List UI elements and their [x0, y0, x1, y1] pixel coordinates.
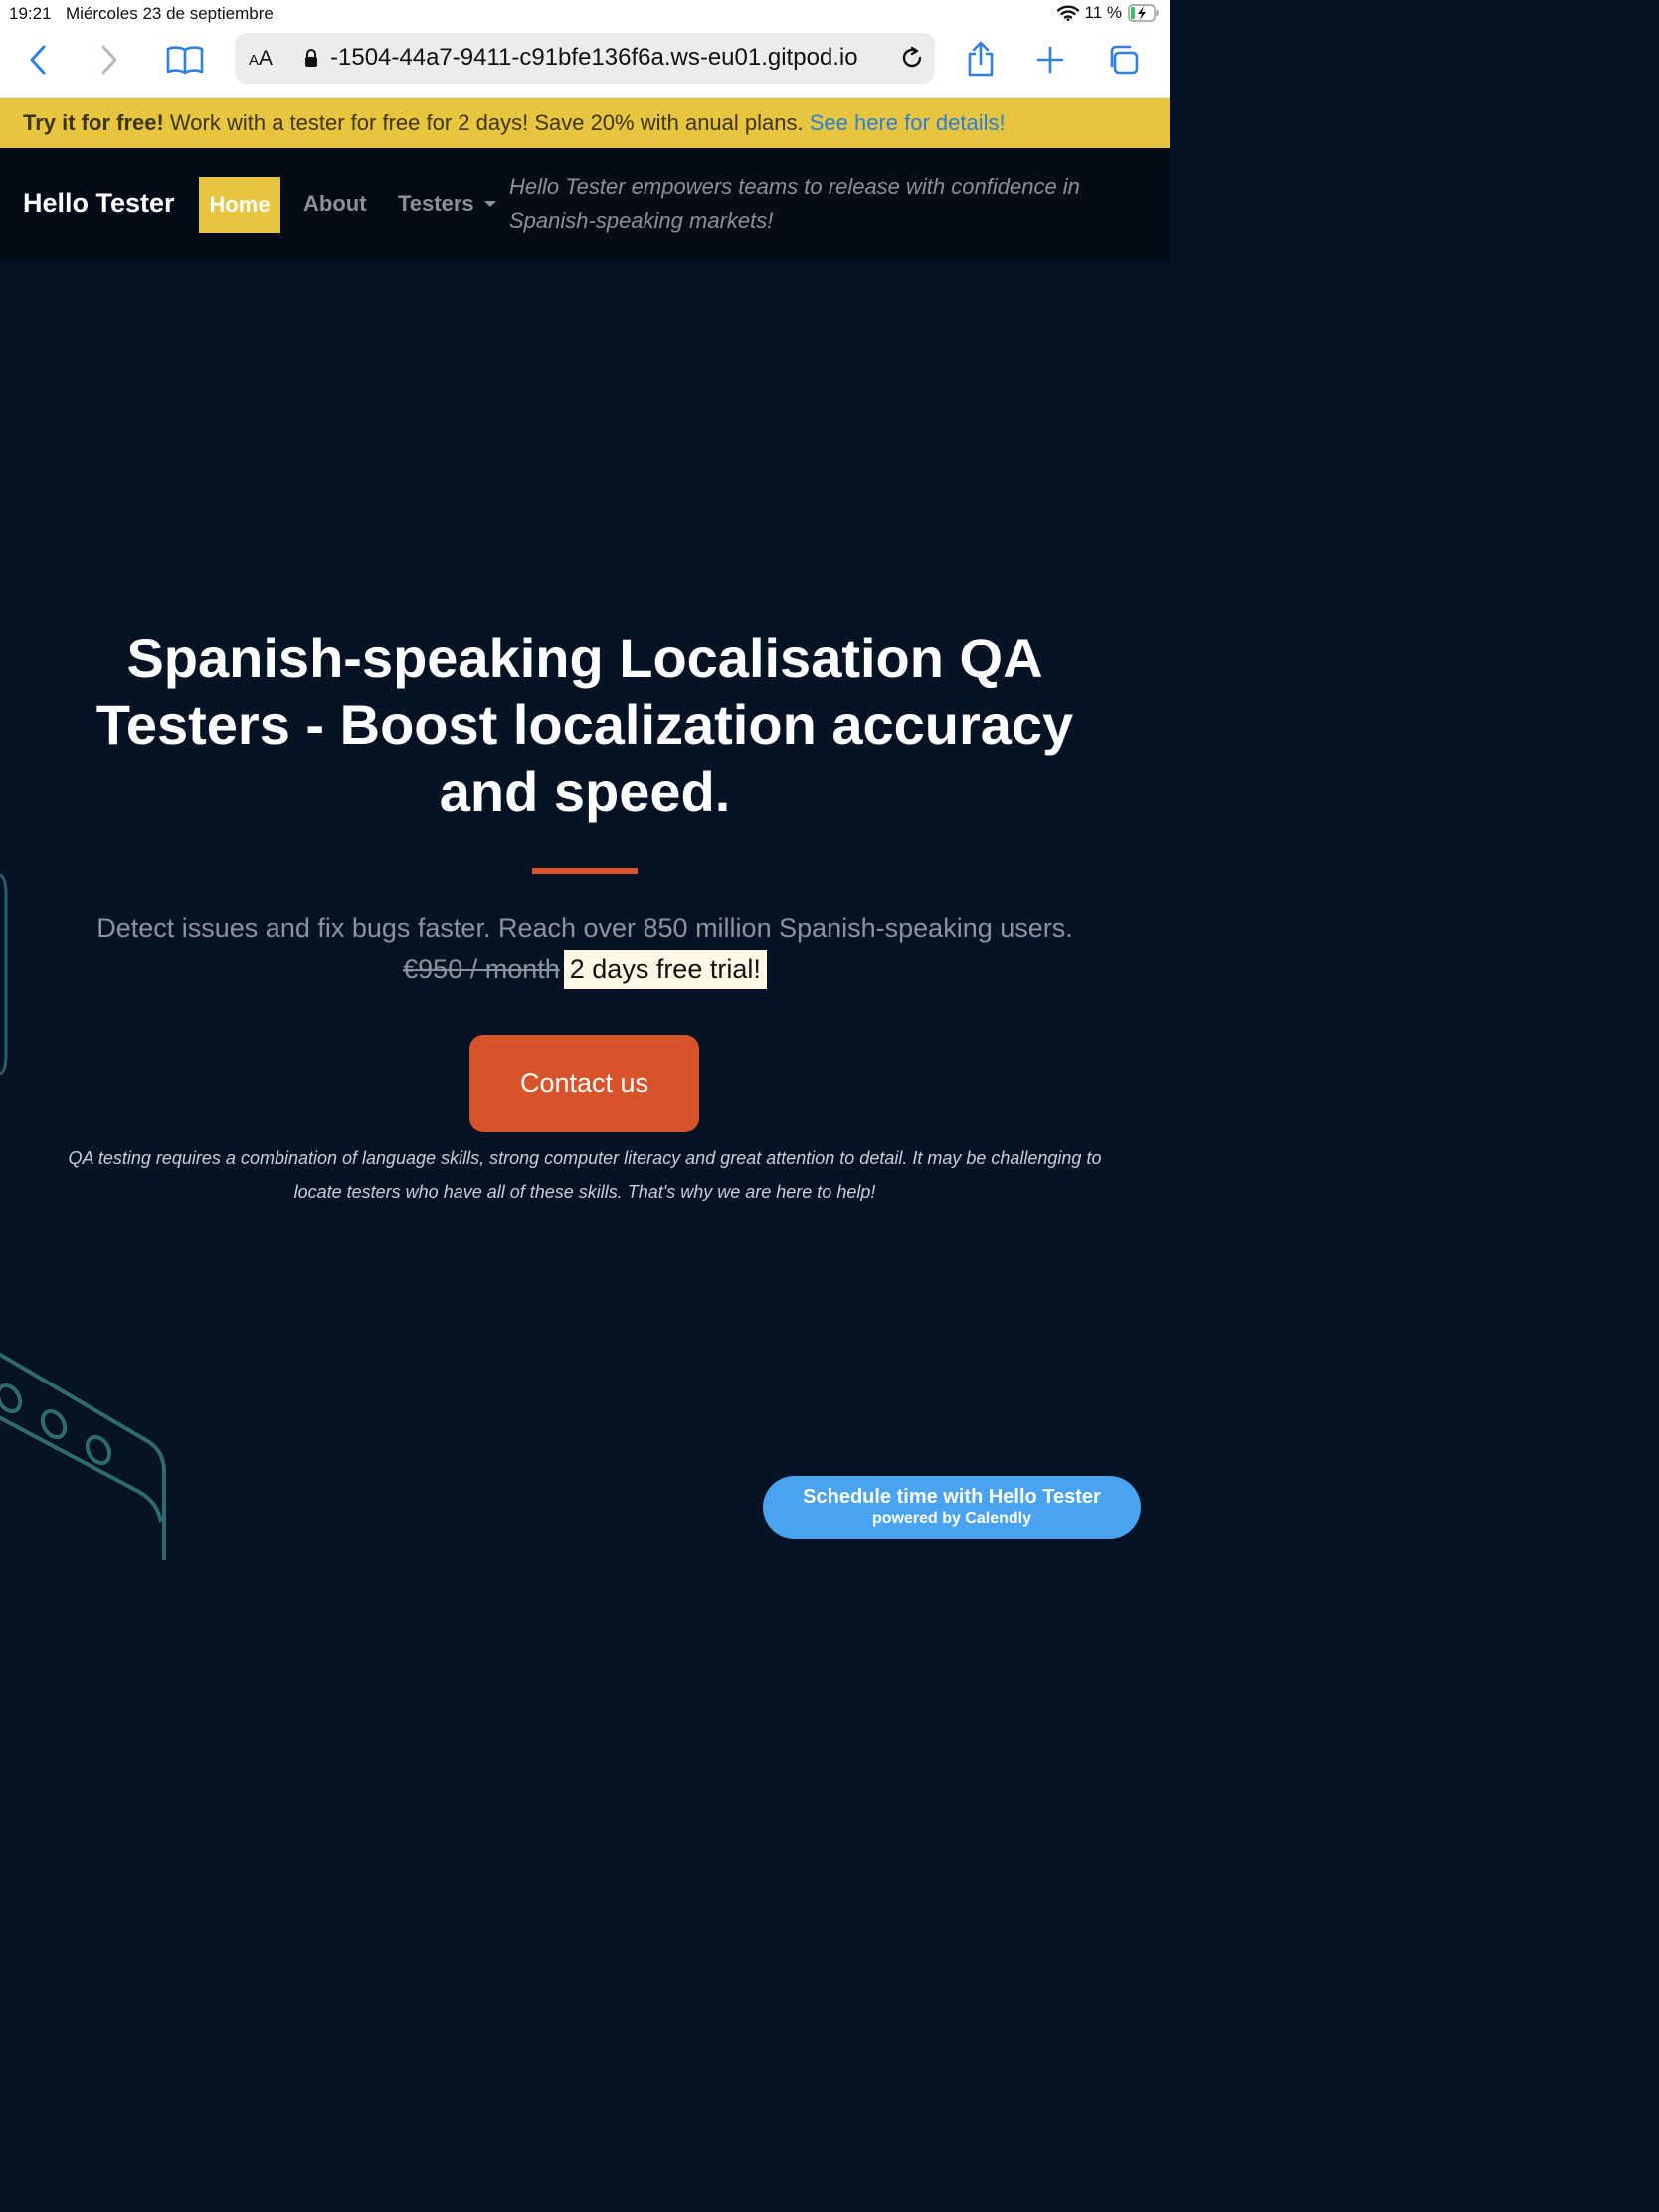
site-navbar: Hello Tester Home About Testers Hello Te… [0, 148, 1170, 261]
battery-percent: 11 % [1084, 3, 1123, 22]
hero-note: QA testing requires a combination of lan… [68, 1148, 1102, 1201]
promo-bold: Try it for free! [23, 110, 164, 135]
status-date: Miércoles 23 de septiembre [66, 4, 274, 23]
reload-icon[interactable] [899, 45, 925, 71]
tabs-button[interactable] [1104, 42, 1142, 78]
battery-charging-icon [1128, 4, 1159, 22]
bookmarks-button[interactable] [165, 42, 205, 78]
calendly-schedule-button[interactable]: Schedule time with Hello Tester powered … [763, 1476, 1141, 1539]
wifi-icon [1056, 5, 1079, 21]
new-tab-button[interactable] [1034, 42, 1066, 78]
calendly-subtitle: powered by Calendly [871, 1510, 1032, 1527]
status-bar: 19:21 Miércoles 23 de septiembre 11 % [0, 0, 1170, 28]
site-brand[interactable]: Hello Tester [23, 188, 175, 219]
caret-down-icon[interactable] [484, 201, 496, 207]
status-time: 19:21 [9, 4, 52, 23]
contact-us-button[interactable]: Contact us [469, 1035, 699, 1132]
hero-title: Spanish-speaking Localisation QA Testers… [95, 627, 1074, 823]
trial-badge: 2 days free trial! [563, 950, 767, 989]
browser-toolbar: AA -1504-44a7-9411-c91bfe136f6a.ws-eu01.… [0, 28, 1170, 98]
promo-details-link[interactable]: See here for details! [810, 110, 1006, 135]
book-icon [166, 46, 204, 75]
nav-tagline: Hello Tester empowers teams to release w… [509, 174, 1080, 233]
calendly-title: Schedule time with Hello Tester [803, 1486, 1101, 1508]
address-bar[interactable]: AA -1504-44a7-9411-c91bfe136f6a.ws-eu01.… [235, 33, 935, 84]
plus-icon [1036, 46, 1064, 74]
text-size-button[interactable]: AA [249, 47, 273, 71]
status-right: 11 % [1056, 3, 1161, 23]
forward-button[interactable] [93, 42, 125, 78]
nav-item-testers[interactable]: Testers [398, 191, 474, 217]
nav-item-home[interactable]: Home [199, 177, 280, 233]
old-price: €950 / month [403, 954, 560, 984]
lock-icon [305, 49, 317, 67]
chevron-right-icon [101, 45, 117, 75]
hero-divider [532, 868, 638, 874]
decorative-device-outline [0, 1352, 166, 1560]
tabs-icon [1110, 45, 1139, 75]
chevron-left-icon [30, 45, 46, 75]
share-button[interactable] [963, 38, 999, 80]
url-text: -1504-44a7-9411-c91bfe136f6a.ws-eu01.git… [330, 44, 858, 71]
back-button[interactable] [22, 42, 54, 78]
promo-text: Work with a tester for free for 2 days! … [163, 110, 810, 135]
price-row: €950 / month 2 days free trial! [0, 950, 1170, 989]
share-icon [968, 41, 994, 77]
nav-item-about[interactable]: About [303, 191, 367, 217]
promo-banner: Try it for free! Work with a tester for … [0, 98, 1170, 148]
hero-subtitle: Detect issues and fix bugs faster. Reach… [96, 913, 1073, 943]
